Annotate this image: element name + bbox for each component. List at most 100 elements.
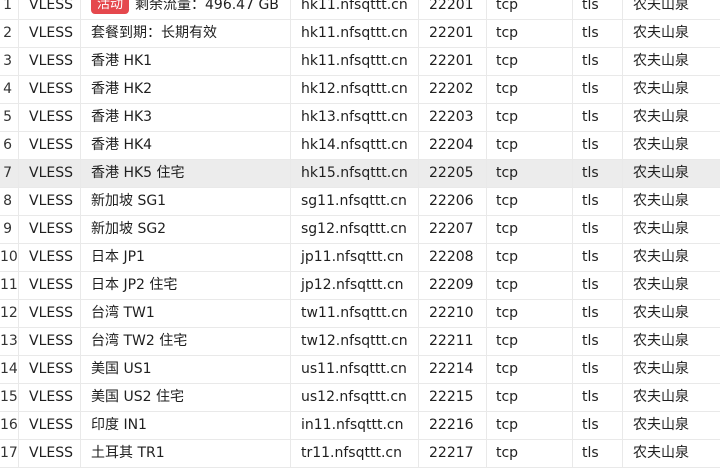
cell-network: tcp <box>486 104 572 131</box>
table-row[interactable]: 12 VLESS 台湾 TW1 tw11.nfsqttt.cn 22210 tc… <box>0 300 720 328</box>
cell-name: 新加坡 SG2 <box>80 216 290 243</box>
cell-name: 新加坡 SG1 <box>80 188 290 215</box>
cell-network: tcp <box>486 384 572 411</box>
cell-port: 22201 <box>418 0 486 19</box>
cell-type: VLESS <box>18 244 80 271</box>
cell-type: VLESS <box>18 160 80 187</box>
cell-type: VLESS <box>18 20 80 47</box>
cell-address: hk13.nfsqttt.cn <box>290 104 418 131</box>
cell-port: 22202 <box>418 76 486 103</box>
cell-address: hk11.nfsqttt.cn <box>290 0 418 19</box>
table-row[interactable]: 5 VLESS 香港 HK3 hk13.nfsqttt.cn 22203 tcp… <box>0 104 720 132</box>
cell-type: VLESS <box>18 188 80 215</box>
row-index: 11 <box>0 277 18 293</box>
cell-name: 套餐到期：长期有效 <box>80 20 290 47</box>
cell-type: VLESS <box>18 132 80 159</box>
cell-network: tcp <box>486 356 572 383</box>
cell-address: us12.nfsqttt.cn <box>290 384 418 411</box>
cell-network: tcp <box>486 328 572 355</box>
cell-type: VLESS <box>18 328 80 355</box>
cell-address: sg12.nfsqttt.cn <box>290 216 418 243</box>
row-index: 6 <box>3 137 12 153</box>
table-row[interactable]: 8 VLESS 新加坡 SG1 sg11.nfsqttt.cn 22206 tc… <box>0 188 720 216</box>
cell-security: tls <box>572 412 622 439</box>
table-row[interactable]: 10 VLESS 日本 JP1 jp11.nfsqttt.cn 22208 tc… <box>0 244 720 272</box>
cell-group: 农夫山泉 <box>622 244 720 271</box>
table-row[interactable]: 11 VLESS 日本 JP2 住宅 jp12.nfsqttt.cn 22209… <box>0 272 720 300</box>
cell-name: 香港 HK5 住宅 <box>80 160 290 187</box>
cell-group: 农夫山泉 <box>622 328 720 355</box>
cell-port: 22210 <box>418 300 486 327</box>
cell-group: 农夫山泉 <box>622 0 720 19</box>
cell-address: hk12.nfsqttt.cn <box>290 76 418 103</box>
row-index: 2 <box>3 25 12 41</box>
cell-network: tcp <box>486 244 572 271</box>
table-row[interactable]: 9 VLESS 新加坡 SG2 sg12.nfsqttt.cn 22207 tc… <box>0 216 720 244</box>
cell-port: 22217 <box>418 440 486 467</box>
row-index: 12 <box>0 305 18 321</box>
cell-network: tcp <box>486 20 572 47</box>
cell-type: VLESS <box>18 272 80 299</box>
cell-network: tcp <box>486 188 572 215</box>
cell-name: 台湾 TW1 <box>80 300 290 327</box>
cell-type: VLESS <box>18 300 80 327</box>
table-row[interactable]: 1 VLESS 活动 剩余流量：496.47 GB hk11.nfsqttt.cn… <box>0 0 720 20</box>
row-index: 15 <box>0 389 18 405</box>
cell-security: tls <box>572 0 622 19</box>
cell-security: tls <box>572 132 622 159</box>
server-list-table: 1 VLESS 活动 剩余流量：496.47 GB hk11.nfsqttt.cn… <box>0 0 720 468</box>
table-row[interactable]: 15 VLESS 美国 US2 住宅 us12.nfsqttt.cn 22215… <box>0 384 720 412</box>
cell-type: VLESS <box>18 76 80 103</box>
cell-port: 22216 <box>418 412 486 439</box>
table-row[interactable]: 6 VLESS 香港 HK4 hk14.nfsqttt.cn 22204 tcp… <box>0 132 720 160</box>
cell-group: 农夫山泉 <box>622 76 720 103</box>
cell-address: hk11.nfsqttt.cn <box>290 20 418 47</box>
cell-address: hk14.nfsqttt.cn <box>290 132 418 159</box>
cell-network: tcp <box>486 272 572 299</box>
cell-security: tls <box>572 20 622 47</box>
cell-network: tcp <box>486 300 572 327</box>
table-row-hovered[interactable]: 7 VLESS 香港 HK5 住宅 hk15.nfsqttt.cn 22205 … <box>0 160 720 188</box>
cell-network: tcp <box>486 440 572 467</box>
cell-port: 22215 <box>418 384 486 411</box>
row-index: 1 <box>3 0 12 13</box>
cell-name: 香港 HK4 <box>80 132 290 159</box>
cell-security: tls <box>572 188 622 215</box>
cell-port: 22206 <box>418 188 486 215</box>
cell-network: tcp <box>486 412 572 439</box>
cell-group: 农夫山泉 <box>622 20 720 47</box>
cell-group: 农夫山泉 <box>622 300 720 327</box>
cell-name: 台湾 TW2 住宅 <box>80 328 290 355</box>
table-row[interactable]: 4 VLESS 香港 HK2 hk12.nfsqttt.cn 22202 tcp… <box>0 76 720 104</box>
cell-security: tls <box>572 328 622 355</box>
cell-network: tcp <box>486 48 572 75</box>
cell-network: tcp <box>486 0 572 19</box>
cell-port: 22211 <box>418 328 486 355</box>
table-row[interactable]: 13 VLESS 台湾 TW2 住宅 tw12.nfsqttt.cn 22211… <box>0 328 720 356</box>
cell-group: 农夫山泉 <box>622 440 720 467</box>
row-index: 4 <box>3 81 12 97</box>
row-index: 5 <box>3 109 12 125</box>
cell-type: VLESS <box>18 0 80 19</box>
row-index: 7 <box>3 165 12 181</box>
cell-security: tls <box>572 76 622 103</box>
cell-port: 22201 <box>418 20 486 47</box>
table-row[interactable]: 14 VLESS 美国 US1 us11.nfsqttt.cn 22214 tc… <box>0 356 720 384</box>
status-badge: 活动 <box>91 0 130 14</box>
cell-network: tcp <box>486 216 572 243</box>
cell-type: VLESS <box>18 440 80 467</box>
cell-security: tls <box>572 300 622 327</box>
cell-network: tcp <box>486 160 572 187</box>
row-index: 16 <box>0 417 18 433</box>
cell-name: 美国 US2 住宅 <box>80 384 290 411</box>
table-row[interactable]: 17 VLESS 土耳其 TR1 tr11.nfsqttt.cn 22217 t… <box>0 440 720 468</box>
row-index: 8 <box>3 193 12 209</box>
row-index: 10 <box>0 249 18 265</box>
cell-group: 农夫山泉 <box>622 384 720 411</box>
cell-address: jp12.nfsqttt.cn <box>290 272 418 299</box>
table-row[interactable]: 3 VLESS 香港 HK1 hk11.nfsqttt.cn 22201 tcp… <box>0 48 720 76</box>
table-row[interactable]: 16 VLESS 印度 IN1 in11.nfsqttt.cn 22216 tc… <box>0 412 720 440</box>
table-row[interactable]: 2 VLESS 套餐到期：长期有效 hk11.nfsqttt.cn 22201 … <box>0 20 720 48</box>
cell-port: 22201 <box>418 48 486 75</box>
cell-name-text: 剩余流量：496.47 GB <box>135 0 279 13</box>
